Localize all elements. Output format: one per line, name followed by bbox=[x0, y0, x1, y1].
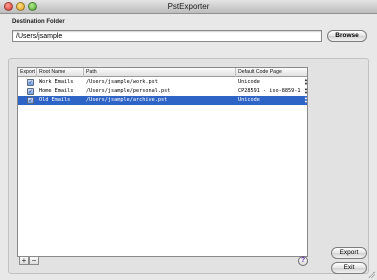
code-page-stepper[interactable]: ▲ ▼ bbox=[303, 96, 307, 105]
browse-button[interactable]: Browse bbox=[327, 30, 367, 42]
exit-button[interactable]: Exit bbox=[331, 262, 367, 274]
code-page-value: Unicode bbox=[238, 97, 260, 103]
table-row[interactable]: ✓ Home Emails /Users/jsample/personal.ps… bbox=[18, 87, 307, 96]
window-title: PstExporter bbox=[167, 2, 210, 11]
export-checkbox[interactable]: ✓ bbox=[27, 79, 34, 86]
stepper-down-icon[interactable]: ▼ bbox=[305, 90, 307, 95]
code-page-cell[interactable]: CP28591 - iso-8859-1 ▲ ▼ bbox=[236, 87, 307, 96]
column-header-default-code-page[interactable]: Default Code Page bbox=[236, 68, 307, 77]
code-page-stepper[interactable]: ▲ ▼ bbox=[303, 78, 307, 87]
table-row[interactable]: ✓ Work Emails /Users/jsample/work.pst Un… bbox=[18, 78, 307, 87]
table-row-selected[interactable]: ✓ Old Emails /Users/jsample/archive.pst … bbox=[18, 96, 307, 105]
title-bar: PstExporter bbox=[0, 0, 377, 14]
root-name-cell: Home Emails bbox=[39, 88, 74, 94]
stepper-down-icon[interactable]: ▼ bbox=[305, 99, 307, 104]
pst-files-table: Export Root Name Path Default Code Page … bbox=[17, 67, 308, 257]
code-page-stepper[interactable]: ▲ ▼ bbox=[303, 87, 307, 96]
destination-path-field[interactable]: /Users/jsample bbox=[12, 30, 322, 42]
path-cell: /Users/jsample/archive.pst bbox=[86, 97, 168, 103]
column-header-path[interactable]: Path bbox=[84, 68, 236, 77]
destination-folder-label: Destination Folder bbox=[12, 19, 65, 25]
stepper-down-icon[interactable]: ▼ bbox=[305, 81, 307, 86]
column-header-export[interactable]: Export bbox=[18, 68, 37, 77]
root-name-cell: Work Emails bbox=[39, 79, 74, 85]
code-page-cell[interactable]: Unicode ▲ ▼ bbox=[236, 96, 307, 105]
export-checkbox[interactable]: ✓ bbox=[27, 88, 34, 95]
code-page-cell[interactable]: Unicode ▲ ▼ bbox=[236, 78, 307, 87]
remove-row-button[interactable]: − bbox=[29, 256, 39, 265]
code-page-value: CP28591 - iso-8859-1 bbox=[238, 88, 301, 94]
export-button[interactable]: Export bbox=[331, 247, 367, 259]
root-name-cell: Old Emails bbox=[39, 97, 71, 103]
resize-grip-icon[interactable] bbox=[368, 271, 375, 278]
export-checkbox[interactable]: ✓ bbox=[27, 97, 34, 104]
code-page-value: Unicode bbox=[238, 79, 260, 85]
help-button[interactable]: ? bbox=[298, 256, 308, 266]
add-row-button[interactable]: + bbox=[19, 256, 29, 265]
path-cell: /Users/jsample/personal.pst bbox=[86, 88, 171, 94]
table-header: Export Root Name Path Default Code Page bbox=[18, 68, 307, 77]
path-cell: /Users/jsample/work.pst bbox=[86, 79, 158, 85]
column-header-root-name[interactable]: Root Name bbox=[37, 68, 84, 77]
